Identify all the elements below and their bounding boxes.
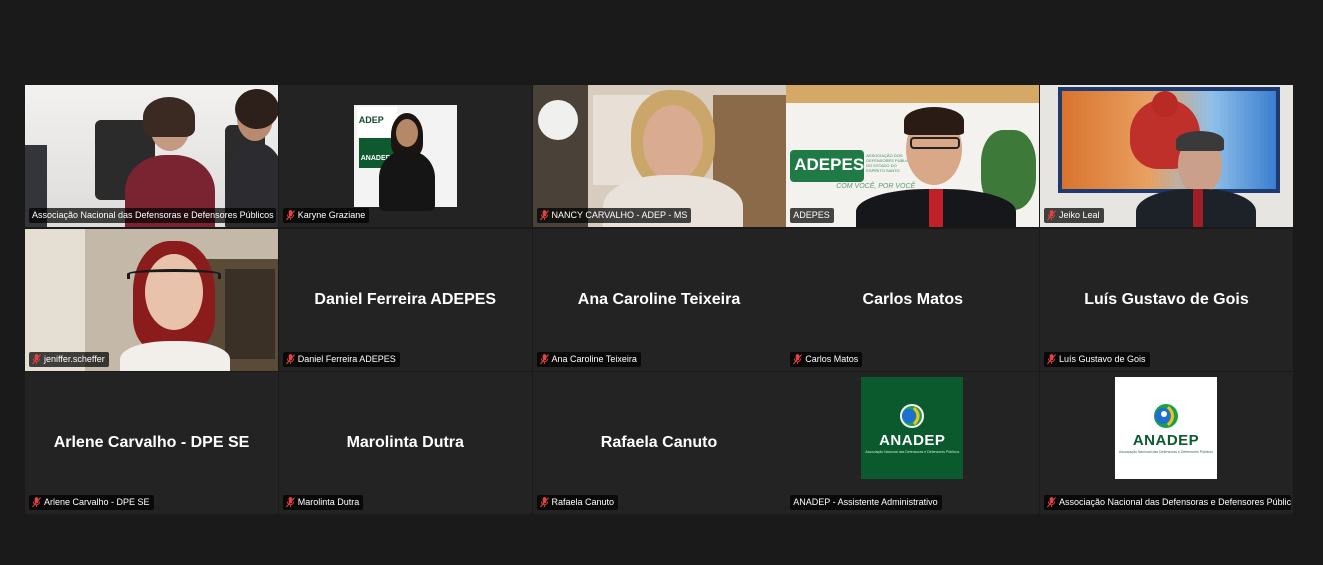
participant-name: Rafaela Canuto <box>551 497 615 507</box>
participant-name-label: Daniel Ferreira ADEPES <box>282 351 400 367</box>
participant-tile[interactable]: ANADEP Associação Nacional das Defensora… <box>1040 372 1293 514</box>
mic-muted-icon <box>793 353 803 364</box>
mic-muted-icon <box>1047 497 1056 508</box>
participant-name: NANCY CARVALHO - ADEP - MS <box>551 210 688 220</box>
mic-muted-icon <box>285 497 295 508</box>
adepes-slogan: COM VOCÊ, POR VOCÊ <box>836 183 916 190</box>
participant-tile[interactable]: Rafaela Canuto Rafaela Canuto <box>532 372 786 514</box>
participant-display-name: Rafaela Canuto <box>600 434 718 451</box>
anadep-logo-text: ANADEP <box>1132 432 1200 449</box>
participant-tile[interactable]: Arlene Carvalho - DPE SE Arlene Carvalho… <box>25 372 278 514</box>
participant-name-label: Ana Caroline Teixeira <box>536 351 641 367</box>
participant-name-label: Jeiko Leal <box>1044 208 1104 223</box>
mic-muted-icon <box>32 353 41 364</box>
participant-name: Luís Gustavo de Gois <box>1059 353 1146 364</box>
video-feed <box>532 85 786 227</box>
participant-name-label: Arlene Carvalho - DPE SE <box>29 495 154 510</box>
anadep-logo-text: ANADEP <box>879 432 946 449</box>
participant-name-label: ADEPES <box>790 208 834 223</box>
anadep-subtitle: Associação Nacional das Defensoras e Def… <box>1119 450 1213 454</box>
video-feed: ADEP ANADEP <box>279 85 532 227</box>
participant-display-name: Luís Gustavo de Gois <box>1084 290 1249 308</box>
video-feed <box>1040 85 1293 227</box>
mic-muted-icon <box>285 210 295 221</box>
participant-name: Associação Nacional das Defensoras e Def… <box>32 210 276 220</box>
participant-name-label: NANCY CARVALHO - ADEP - MS <box>536 208 692 223</box>
participant-tile[interactable]: NANCY CARVALHO - ADEP - MS <box>532 85 786 227</box>
participant-tile[interactable]: ANADEP Associação Nacional das Defensora… <box>786 372 1040 514</box>
participant-name: ANADEP - Assistente Administrativo <box>793 497 938 507</box>
anadep-avatar: ANADEP Associação Nacional das Defensora… <box>1115 377 1217 479</box>
participant-tile-active-speaker[interactable]: ADEPES ASSOCIAÇÃO DOS DEFENSORES PÚBLICO… <box>786 85 1040 227</box>
participant-name: Arlene Carvalho - DPE SE <box>44 497 150 507</box>
participant-name: Ana Caroline Teixeira <box>551 353 637 364</box>
participant-tile[interactable]: Luís Gustavo de Gois Luís Gustavo de Goi… <box>1040 228 1293 371</box>
video-feed <box>25 85 278 227</box>
participant-display-name: Marolinta Dutra <box>346 434 464 451</box>
participant-tile[interactable]: Jeiko Leal <box>1040 85 1293 227</box>
participant-name-label: jeniffer.scheffer <box>29 351 109 367</box>
participant-tile[interactable]: ADEP ANADEP Karyne Graziane <box>278 85 532 227</box>
participant-name: Marolinta Dutra <box>297 497 360 507</box>
participant-name: Daniel Ferreira ADEPES <box>297 353 396 364</box>
participant-tile[interactable]: jeniffer.scheffer <box>25 228 278 371</box>
participant-name: ADEPES <box>793 210 830 220</box>
participant-name: Karyne Graziane <box>297 210 366 220</box>
participant-name-label: Associação Nacional das Defensoras e Def… <box>1044 495 1291 510</box>
anadep-avatar: ANADEP Associação Nacional das Defensora… <box>861 377 964 479</box>
participant-name: Jeiko Leal <box>1059 210 1100 220</box>
video-feed <box>25 228 278 371</box>
participant-name-label: Marolinta Dutra <box>282 495 364 510</box>
participant-display-name: Carlos Matos <box>862 290 963 308</box>
participant-display-name: Ana Caroline Teixeira <box>577 290 741 308</box>
participant-name-label: Associação Nacional das Defensoras e Def… <box>29 208 276 223</box>
anadep-emblem-icon <box>900 404 925 428</box>
participant-name-label: ANADEP - Assistente Administrativo <box>790 495 942 510</box>
mic-muted-icon <box>1047 353 1056 364</box>
mic-muted-icon <box>1047 210 1056 221</box>
participant-name-label: Rafaela Canuto <box>536 495 619 510</box>
anadep-subtitle: Associação Nacional das Defensoras e Def… <box>865 450 960 454</box>
participant-tile[interactable]: Associação Nacional das Defensoras e Def… <box>25 85 278 227</box>
participant-display-name: Daniel Ferreira ADEPES <box>314 290 497 308</box>
video-feed: ADEPES ASSOCIAÇÃO DOS DEFENSORES PÚBLICO… <box>786 85 1040 227</box>
mic-muted-icon <box>32 497 41 508</box>
participant-tile[interactable]: Ana Caroline Teixeira Ana Caroline Teixe… <box>532 228 786 371</box>
mic-muted-icon <box>539 497 549 508</box>
participant-name: jeniffer.scheffer <box>44 353 105 364</box>
participant-name: Associação Nacional das Defensoras e Def… <box>1059 497 1291 507</box>
mic-muted-icon <box>285 353 295 364</box>
mic-muted-icon <box>539 210 549 221</box>
participant-display-name: Arlene Carvalho - DPE SE <box>53 434 250 451</box>
participant-name: Carlos Matos <box>805 353 859 364</box>
participant-tile[interactable]: Carlos Matos Carlos Matos <box>786 228 1040 371</box>
backdrop-logo: ADEP <box>358 115 384 125</box>
anadep-emblem-icon <box>1154 404 1178 428</box>
participant-name-label: Carlos Matos <box>790 351 863 367</box>
participant-name-label: Karyne Graziane <box>282 208 370 223</box>
video-grid: Associação Nacional das Defensoras e Def… <box>25 85 1293 514</box>
adepes-logo: ADEPES <box>794 155 865 174</box>
participant-tile[interactable]: Daniel Ferreira ADEPES Daniel Ferreira A… <box>278 228 532 371</box>
mic-muted-icon <box>539 353 549 364</box>
participant-tile[interactable]: Marolinta Dutra Marolinta Dutra <box>278 372 532 514</box>
participant-name-label: Luís Gustavo de Gois <box>1044 351 1150 367</box>
